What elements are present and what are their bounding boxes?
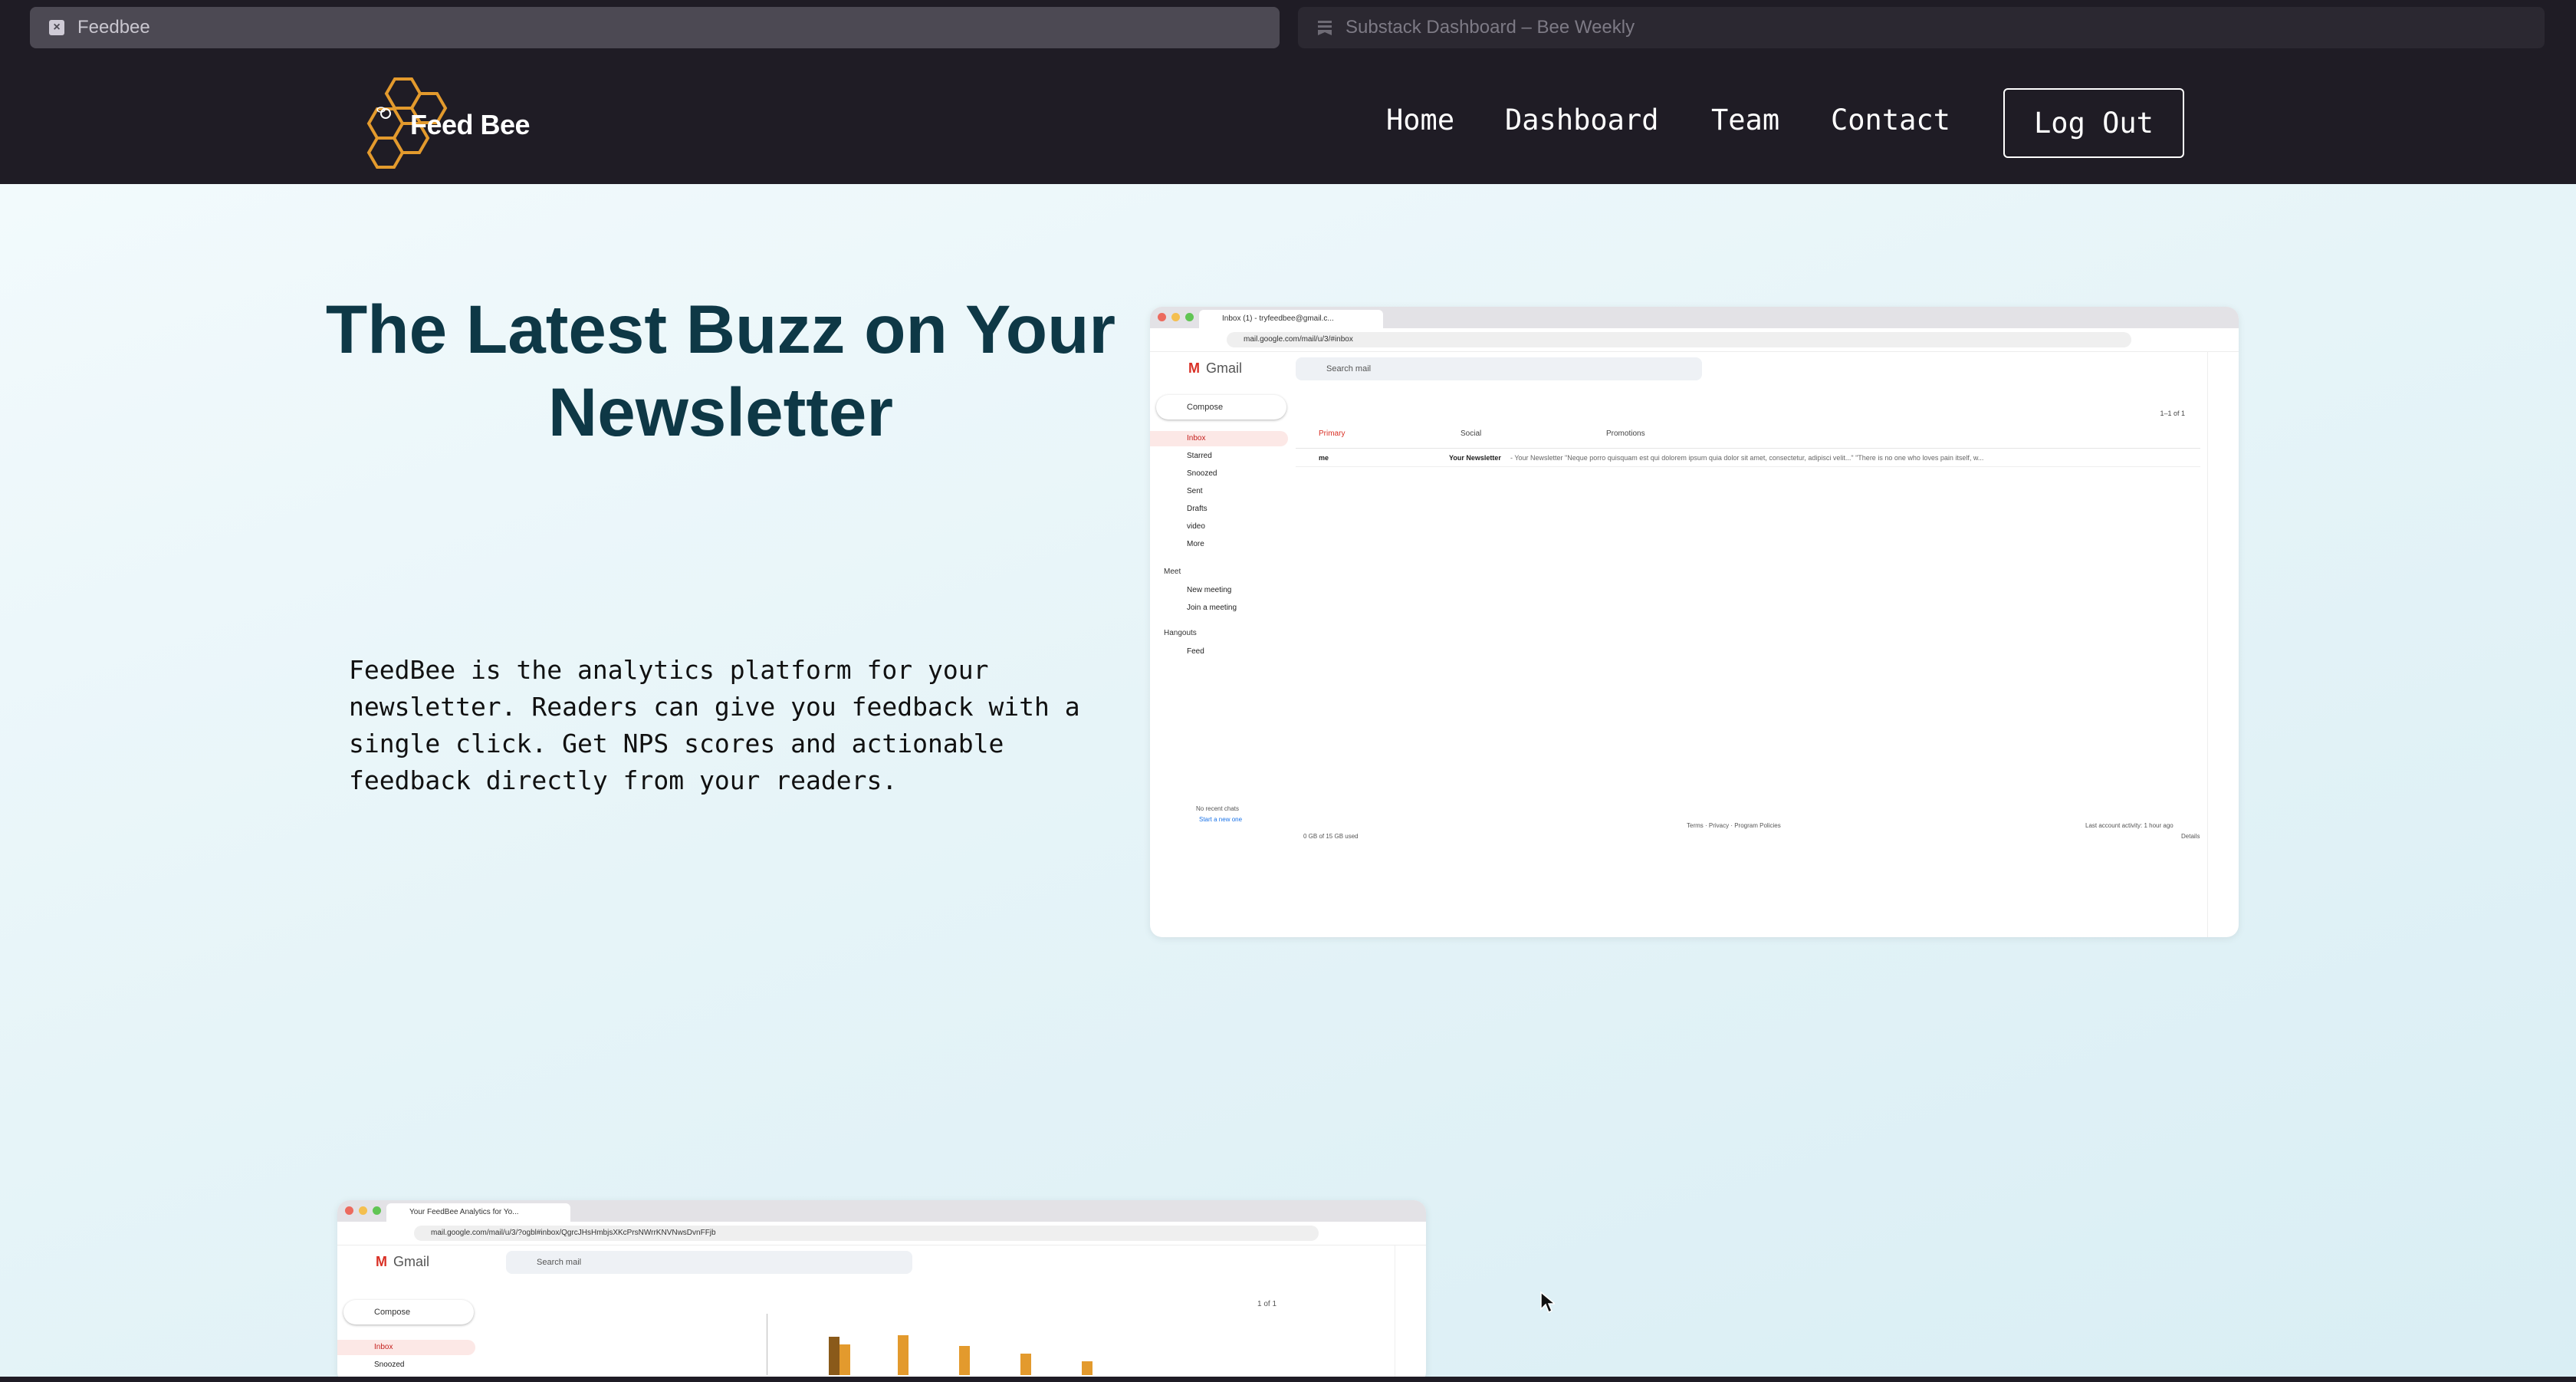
sidebar-inbox: Inbox [337, 1340, 475, 1355]
email-subject: Your Newsletter [1449, 454, 1501, 462]
logo-text: Feed Bee [410, 109, 531, 140]
tab-promotions: Promotions [1606, 429, 1645, 438]
browser-tab-title: Substack Dashboard – Bee Weekly [1346, 17, 1635, 38]
sidebar-snoozed: Snoozed [1187, 469, 1217, 478]
hero-description: FeedBee is the analytics platform for yo… [349, 655, 1080, 795]
sidebar-inbox: Inbox [1150, 431, 1288, 446]
last-activity: Last account activity: 1 hour ago [2085, 822, 2174, 829]
compose-button: Compose [343, 1300, 474, 1324]
chart-bar [1020, 1354, 1031, 1375]
compose-button: Compose [1156, 395, 1286, 420]
email-snippet: - Your Newsletter "Neque porro quisquam … [1510, 454, 1984, 462]
meet-new: New meeting [1187, 586, 1232, 594]
substack-favicon-icon [1316, 19, 1333, 36]
details-link: Details [2181, 833, 2200, 840]
sidebar-snoozed: Snoozed [374, 1361, 405, 1369]
feedbee-logo[interactable]: Feed Bee [364, 75, 548, 171]
nav-team[interactable]: Team [1711, 104, 1779, 137]
main-content: The Latest Buzz on Your Newsletter FeedB… [0, 184, 2576, 1377]
chart-bar [959, 1346, 970, 1375]
storage-info: 0 GB of 15 GB used [1303, 833, 1359, 840]
nav-home[interactable]: Home [1386, 104, 1454, 137]
site-header: Feed Bee Home Dashboard Team Contact Log… [0, 58, 2576, 184]
sidebar-more: More [1187, 540, 1204, 548]
chart-bar [840, 1344, 850, 1375]
email-row: me Your Newsletter - Your Newsletter "Ne… [1296, 449, 2200, 467]
nav-dashboard[interactable]: Dashboard [1505, 104, 1658, 137]
mini-tab: Your FeedBee Analytics for Yo... [386, 1203, 570, 1222]
footer-links: Terms · Privacy · Program Policies [1687, 822, 1781, 829]
mini-search: Search mail [1296, 357, 1702, 380]
browser-tab-strip: × Feedbee Substack Dashboard – Bee Weekl… [0, 0, 2576, 58]
meet-label: Meet [1164, 568, 1181, 576]
nav-contact[interactable]: Contact [1831, 104, 1950, 137]
mini-url: mail.google.com/mail/u/3/#inbox [1227, 332, 2131, 347]
mini-tab: Inbox (1) - tryfeedbee@gmail.c... [1199, 310, 1383, 328]
sidebar-video: video [1187, 522, 1205, 531]
browser-tab-feedbee[interactable]: × Feedbee [30, 7, 1280, 48]
mini-url: mail.google.com/mail/u/3/?ogbl#inbox/Qgr… [414, 1226, 1319, 1241]
sidebar-drafts: Drafts [1187, 505, 1208, 513]
mini-pagination: 1–1 of 1 [2160, 410, 2185, 417]
sidebar-sent: Sent [1187, 487, 1203, 495]
mini-pagination: 1 of 1 [1257, 1300, 1277, 1308]
sidebar-starred: Starred [1187, 452, 1212, 460]
no-chats: No recent chats [1196, 805, 1240, 812]
tab-social: Social [1460, 429, 1482, 438]
gmail-analytics-screenshot: Your FeedBee Analytics for Yo... mail.go… [337, 1200, 1426, 1377]
mini-browser-chrome: Inbox (1) - tryfeedbee@gmail.c... [1150, 307, 2239, 328]
chart-bar [898, 1335, 909, 1375]
mini-bar-chart [767, 1314, 1120, 1375]
hero-title: The Latest Buzz on Your Newsletter [325, 291, 1116, 450]
gmail-logo: M Gmail [376, 1254, 430, 1269]
gmail-right-rail [1395, 1245, 1426, 1377]
mini-search: Search mail [506, 1251, 912, 1274]
start-chat: Start a new one [1199, 816, 1243, 823]
mouse-cursor-icon [1540, 1291, 1555, 1314]
chart-bar [829, 1337, 840, 1375]
tab-primary: Primary [1319, 429, 1346, 438]
email-sender: me [1319, 454, 1329, 462]
gmail-inbox-screenshot: Inbox (1) - tryfeedbee@gmail.c... mail.g… [1150, 307, 2239, 937]
hangouts-label: Hangouts [1164, 629, 1197, 637]
logout-button[interactable]: Log Out [2003, 88, 2184, 158]
chart-bar [1082, 1361, 1092, 1375]
browser-tab-title: Feedbee [77, 17, 150, 38]
close-tab-icon[interactable]: × [48, 19, 65, 36]
hangouts-user: Feed [1187, 647, 1204, 656]
gmail-logo: M Gmail [1188, 360, 1243, 376]
gmail-right-rail [2207, 351, 2239, 937]
meet-join: Join a meeting [1187, 604, 1237, 612]
browser-tab-substack[interactable]: Substack Dashboard – Bee Weekly [1298, 7, 2545, 48]
